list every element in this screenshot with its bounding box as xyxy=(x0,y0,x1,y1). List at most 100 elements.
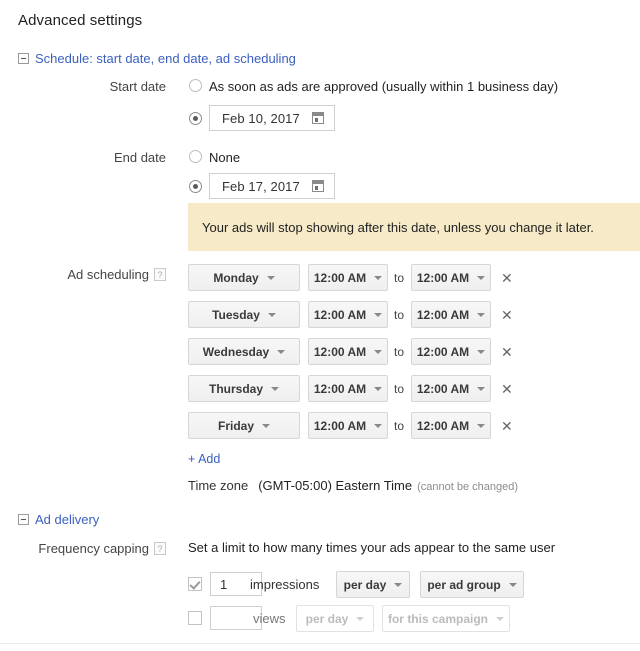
chevron-down-icon xyxy=(266,275,275,280)
close-x-icon[interactable]: ✕ xyxy=(501,382,513,396)
end-date-warning-banner: Your ads will stop showing after this da… xyxy=(188,203,640,251)
help-question-icon[interactable]: ? xyxy=(154,268,166,281)
ad-schedule-day-value: Friday xyxy=(217,418,254,433)
timezone-value: (GMT-05:00) Eastern Time xyxy=(258,478,413,493)
start-date-label: Start date xyxy=(109,79,166,94)
section-header-schedule[interactable]: Schedule: start date, end date, ad sched… xyxy=(18,51,296,66)
chevron-down-icon xyxy=(374,275,383,280)
ad-schedule-start-time-value: 12:00 AM xyxy=(313,418,367,433)
frequency-impressions-scope-dropdown[interactable]: per ad group xyxy=(420,571,524,598)
frequency-impressions-period-value: per day xyxy=(343,577,387,592)
section-header-ad-delivery[interactable]: Ad delivery xyxy=(18,512,99,527)
close-x-icon[interactable]: ✕ xyxy=(501,308,513,322)
chevron-down-icon xyxy=(356,616,365,621)
section-link-schedule[interactable]: Schedule: start date, end date, ad sched… xyxy=(35,51,296,66)
frequency-capping-label-text: Frequency capping xyxy=(38,541,149,556)
page-title: Advanced settings xyxy=(18,12,143,29)
ad-schedule-end-time-dropdown[interactable]: 12:00 AM xyxy=(411,301,491,328)
close-x-icon[interactable]: ✕ xyxy=(501,419,513,433)
frequency-views-unit: views xyxy=(253,611,286,626)
ad-schedule-end-time-dropdown[interactable]: 12:00 AM xyxy=(411,264,491,291)
ad-schedule-start-time-value: 12:00 AM xyxy=(313,381,367,396)
ad-schedule-start-time-dropdown[interactable]: 12:00 AM xyxy=(308,301,388,328)
end-date-label: End date xyxy=(113,150,166,165)
chevron-down-icon xyxy=(277,349,286,354)
frequency-views-period-value: per day xyxy=(305,611,349,626)
chevron-down-icon xyxy=(374,349,383,354)
frequency-impressions-period-dropdown[interactable]: per day xyxy=(336,571,410,598)
ad-schedule-day-dropdown[interactable]: Thursday xyxy=(188,375,300,402)
start-date-input[interactable]: Feb 10, 2017 xyxy=(209,105,335,131)
frequency-views-period-dropdown[interactable]: per day xyxy=(296,605,374,632)
frequency-impressions-value: 1 xyxy=(220,576,228,592)
ad-scheduling-label: Ad scheduling ? xyxy=(16,267,166,282)
ad-schedule-day-dropdown[interactable]: Monday xyxy=(188,264,300,291)
ad-schedule-day-dropdown[interactable]: Friday xyxy=(188,412,300,439)
end-date-warning-text: Your ads will stop showing after this da… xyxy=(202,219,594,235)
chevron-down-icon xyxy=(508,582,517,587)
timezone-label: Time zone xyxy=(188,478,249,493)
start-date-asap-label[interactable]: As soon as ads are approved (usually wit… xyxy=(209,79,558,94)
chevron-down-icon xyxy=(374,386,383,391)
ad-schedule-to-label: to xyxy=(394,345,405,359)
frequency-views-checkbox[interactable] xyxy=(188,611,202,625)
advanced-settings-page: Advanced settings Schedule: start date, … xyxy=(0,0,640,651)
start-date-specific-radio[interactable] xyxy=(189,112,202,125)
end-date-none-label[interactable]: None xyxy=(209,150,240,165)
frequency-capping-description: Set a limit to how many times your ads a… xyxy=(188,540,556,555)
chevron-down-icon xyxy=(496,616,504,621)
ad-schedule-day-value: Monday xyxy=(213,270,259,285)
ad-schedule-end-time-value: 12:00 AM xyxy=(416,418,470,433)
end-date-none-radio[interactable] xyxy=(189,150,202,163)
end-date-specific-radio[interactable] xyxy=(189,180,202,193)
frequency-impressions-scope-value: per ad group xyxy=(427,577,501,592)
start-date-value: Feb 10, 2017 xyxy=(222,110,300,126)
frequency-impressions-unit: impressions xyxy=(250,577,320,592)
timezone-row: Time zone (GMT-05:00) Eastern Time (cannot… xyxy=(188,478,518,493)
bottom-divider xyxy=(0,643,640,644)
chevron-down-icon xyxy=(374,312,383,317)
end-date-value: Feb 17, 2017 xyxy=(222,178,300,194)
ad-schedule-end-time-dropdown[interactable]: 12:00 AM xyxy=(411,375,491,402)
ad-schedule-end-time-value: 12:00 AM xyxy=(416,381,470,396)
ad-schedule-start-time-value: 12:00 AM xyxy=(313,270,367,285)
ad-schedule-start-time-dropdown[interactable]: 12:00 AM xyxy=(308,338,388,365)
section-link-ad-delivery[interactable]: Ad delivery xyxy=(35,512,99,527)
ad-schedule-day-value: Wednesday xyxy=(202,344,270,359)
close-x-icon[interactable]: ✕ xyxy=(501,345,513,359)
ad-schedule-day-dropdown[interactable]: Tuesday xyxy=(188,301,300,328)
ad-schedule-start-time-value: 12:00 AM xyxy=(313,307,367,322)
ad-schedule-to-label: to xyxy=(394,382,405,396)
ad-schedule-start-time-dropdown[interactable]: 12:00 AM xyxy=(308,375,388,402)
add-schedule-link[interactable]: + Add xyxy=(188,452,220,466)
ad-schedule-end-time-dropdown[interactable]: 12:00 AM xyxy=(411,412,491,439)
chevron-down-icon xyxy=(477,386,486,391)
frequency-views-scope-dropdown[interactable]: for this campaign xyxy=(382,605,510,632)
calendar-icon[interactable] xyxy=(312,112,324,124)
end-date-input[interactable]: Feb 17, 2017 xyxy=(209,173,335,199)
ad-schedule-end-time-value: 12:00 AM xyxy=(416,344,470,359)
chevron-down-icon xyxy=(477,312,486,317)
chevron-down-icon xyxy=(374,423,383,428)
chevron-down-icon xyxy=(262,423,270,428)
frequency-views-scope-value: for this campaign xyxy=(387,611,488,626)
ad-schedule-day-value: Tuesday xyxy=(212,307,260,322)
ad-schedule-end-time-value: 12:00 AM xyxy=(416,270,470,285)
ad-schedule-start-time-dropdown[interactable]: 12:00 AM xyxy=(308,412,388,439)
calendar-icon[interactable] xyxy=(312,180,324,192)
chevron-down-icon xyxy=(271,386,279,391)
ad-scheduling-label-text: Ad scheduling xyxy=(67,267,149,282)
ad-schedule-end-time-dropdown[interactable]: 12:00 AM xyxy=(411,338,491,365)
collapse-minus-icon[interactable] xyxy=(18,514,29,525)
chevron-down-icon xyxy=(394,582,403,587)
help-question-icon[interactable]: ? xyxy=(154,542,166,555)
close-x-icon[interactable]: ✕ xyxy=(501,271,513,285)
frequency-capping-label: Frequency capping ? xyxy=(16,541,166,556)
ad-schedule-day-value: Thursday xyxy=(208,381,263,396)
chevron-down-icon xyxy=(477,349,486,354)
ad-schedule-day-dropdown[interactable]: Wednesday xyxy=(188,338,300,365)
frequency-impressions-checkbox[interactable] xyxy=(188,577,202,591)
start-date-asap-radio[interactable] xyxy=(189,79,202,92)
collapse-minus-icon[interactable] xyxy=(18,53,29,64)
ad-schedule-start-time-dropdown[interactable]: 12:00 AM xyxy=(308,264,388,291)
